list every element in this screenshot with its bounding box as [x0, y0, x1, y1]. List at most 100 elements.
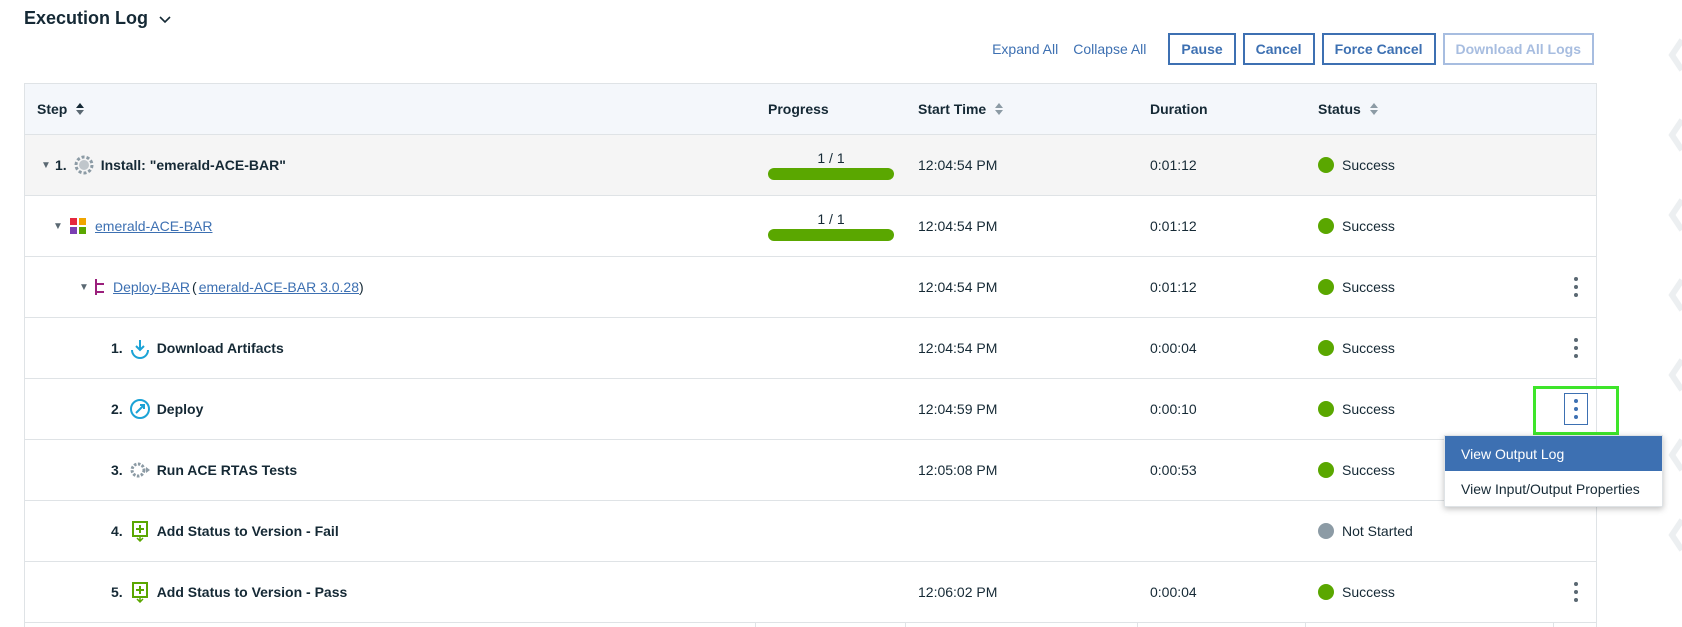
- table-row: 1. Download Artifacts 12:04:54 PM 0:00:0…: [25, 318, 1596, 379]
- table-row: 4. Add Status to Version - Fail Not Star…: [25, 501, 1596, 562]
- table-row: 2. Deploy 12:04:59 PM 0:00:10 Success: [25, 379, 1596, 440]
- success-status-icon: [1318, 218, 1334, 234]
- success-status-icon: [1318, 462, 1334, 478]
- step-number: 3.: [111, 462, 123, 478]
- start-time: 12:04:54 PM: [918, 340, 998, 356]
- step-name: Add Status to Version - Fail: [156, 523, 339, 539]
- overflow-menu-button[interactable]: [1554, 257, 1598, 317]
- progress-bar: [768, 229, 894, 241]
- status-label: Success: [1342, 218, 1395, 234]
- success-status-icon: [1318, 279, 1334, 295]
- status-label: Success: [1342, 462, 1395, 478]
- duration: 0:01:12: [1150, 157, 1197, 173]
- expand-caret-icon[interactable]: ▼: [41, 160, 55, 171]
- status-badge: Success: [1306, 318, 1551, 378]
- overflow-menu-button[interactable]: [1554, 562, 1598, 622]
- process-link[interactable]: Deploy-BAR: [113, 279, 190, 295]
- start-time: 12:04:59 PM: [918, 401, 998, 417]
- step-number: 2.: [111, 401, 123, 417]
- overflow-menu-button[interactable]: [1554, 318, 1598, 378]
- col-header-status[interactable]: Status: [1306, 84, 1551, 134]
- step-name: Add Status to Version - Pass: [156, 584, 348, 600]
- collapse-all-link[interactable]: Collapse All: [1073, 41, 1146, 57]
- kebab-icon[interactable]: [1574, 582, 1578, 602]
- status-badge: Success: [1306, 135, 1551, 195]
- background-pattern: [1668, 38, 1682, 552]
- table-header: Step Progress Start Time Duration Status: [25, 84, 1596, 135]
- status-badge: Success: [1306, 196, 1551, 256]
- view-io-properties-item[interactable]: View Input/Output Properties: [1445, 471, 1662, 506]
- table-row: ▼ 1. Install: "emerald-ACE-BAR" 1 / 1 12…: [25, 135, 1596, 196]
- start-time: 12:05:08 PM: [918, 462, 998, 478]
- status-label: Success: [1342, 279, 1395, 295]
- force-cancel-button[interactable]: Force Cancel: [1321, 33, 1436, 65]
- table-row: ▼ Deploy-BAR ( emerald-ACE-BAR 3.0.28 ) …: [25, 257, 1596, 318]
- duration: 0:01:12: [1150, 218, 1197, 234]
- deploy-icon: [129, 399, 150, 419]
- page-title: Execution Log: [24, 8, 149, 28]
- start-time: 12:04:54 PM: [918, 218, 998, 234]
- action-bar: Expand All Collapse All Pause Cancel For…: [992, 33, 1594, 65]
- status-badge: Not Started: [1306, 501, 1551, 561]
- add-status-icon: [131, 582, 148, 603]
- download-all-logs-button: Download All Logs: [1442, 33, 1594, 65]
- col-header-step[interactable]: Step: [37, 84, 767, 134]
- progress-indicator: 1 / 1: [768, 211, 894, 241]
- chevron-down-icon[interactable]: [158, 12, 172, 26]
- step-number: 5.: [111, 584, 123, 600]
- version-link[interactable]: emerald-ACE-BAR 3.0.28: [199, 279, 359, 295]
- not-started-status-icon: [1318, 523, 1334, 539]
- table-row: 5. Add Status to Version - Pass 12:06:02…: [25, 562, 1596, 623]
- step-name: Run ACE RTAS Tests: [156, 462, 298, 478]
- duration: 0:00:53: [1150, 462, 1197, 478]
- start-time: 12:04:54 PM: [918, 279, 998, 295]
- view-output-log-item[interactable]: View Output Log: [1445, 436, 1662, 471]
- step-number: 4.: [111, 523, 123, 539]
- component-icon: [70, 218, 86, 234]
- status-label: Success: [1342, 157, 1395, 173]
- col-header-start-time[interactable]: Start Time: [906, 84, 1136, 134]
- status-label: Success: [1342, 584, 1395, 600]
- success-status-icon: [1318, 401, 1334, 417]
- expand-caret-icon[interactable]: ▼: [53, 221, 67, 232]
- sort-icon[interactable]: [75, 102, 85, 116]
- execution-log-table: Step Progress Start Time Duration Status…: [24, 83, 1597, 627]
- table-row: 3. Run ACE RTAS Tests 12:05:08 PM 0:00:5…: [25, 440, 1596, 501]
- cancel-button[interactable]: Cancel: [1242, 33, 1315, 65]
- step-name: Install: "emerald-ACE-BAR": [100, 157, 286, 173]
- duration: 0:00:04: [1150, 340, 1197, 356]
- step-number: 1.: [111, 340, 123, 356]
- overflow-menu-dropdown: View Output Log View Input/Output Proper…: [1444, 435, 1663, 507]
- progress-text: 1 / 1: [817, 150, 845, 166]
- col-header-start-time-label: Start Time: [918, 101, 987, 117]
- kebab-icon[interactable]: [1574, 338, 1578, 358]
- duration: 0:01:12: [1150, 279, 1197, 295]
- kebab-icon[interactable]: [1574, 277, 1578, 297]
- status-label: Success: [1342, 401, 1395, 417]
- expand-caret-icon[interactable]: ▼: [79, 282, 93, 293]
- status-label: Success: [1342, 340, 1395, 356]
- sort-icon[interactable]: [994, 102, 1004, 116]
- focus-highlight: [1533, 386, 1619, 435]
- status-badge: Success: [1306, 379, 1551, 439]
- pause-button[interactable]: Pause: [1168, 33, 1236, 65]
- gear-run-icon: [130, 462, 150, 478]
- success-status-icon: [1318, 157, 1334, 173]
- table-row: ▼ emerald-ACE-BAR 1 / 1 12:04:54 PM 0:01…: [25, 196, 1596, 257]
- gear-icon: [74, 155, 94, 175]
- status-label: Not Started: [1342, 523, 1413, 539]
- col-header-step-label: Step: [37, 101, 68, 117]
- step-name: Download Artifacts: [156, 340, 284, 356]
- start-time: 12:06:02 PM: [918, 584, 998, 600]
- download-icon: [130, 340, 149, 359]
- component-link[interactable]: emerald-ACE-BAR: [95, 218, 212, 234]
- success-status-icon: [1318, 584, 1334, 600]
- progress-bar: [768, 168, 894, 180]
- add-status-icon: [131, 521, 148, 542]
- open-paren: (: [192, 279, 197, 295]
- sort-icon[interactable]: [1369, 102, 1379, 116]
- progress-indicator: 1 / 1: [768, 150, 894, 180]
- expand-all-link[interactable]: Expand All: [992, 41, 1058, 57]
- success-status-icon: [1318, 340, 1334, 356]
- col-header-progress: Progress: [768, 101, 829, 117]
